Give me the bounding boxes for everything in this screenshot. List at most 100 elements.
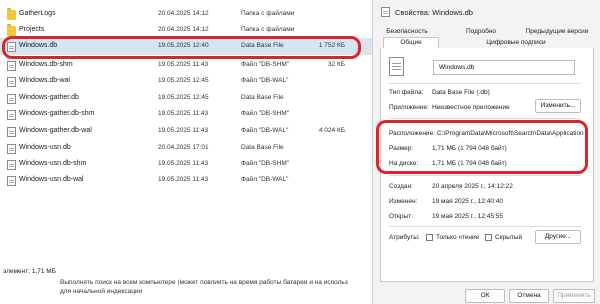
hidden-checkbox[interactable]: [485, 234, 492, 241]
dialog-title-bar: Свойства: Windows.db: [373, 0, 600, 24]
file-row[interactable]: Windows-usn.db-shm 19.05.2025 11:43 Файл "…: [0, 156, 372, 173]
file-date: 19.05.2025 12:45: [158, 77, 209, 84]
file-name: Windows-gather.db: [19, 94, 79, 101]
other-attributes-button[interactable]: Другие...: [535, 230, 581, 244]
file-size: 1 752 КБ: [318, 42, 345, 49]
tab-digital-signatures[interactable]: Цифровые подписи: [469, 39, 563, 46]
file-type: Data Base File: [241, 144, 284, 151]
file-type-label: Тип файла:: [389, 89, 424, 96]
file-type: Файл "DB-WAL": [241, 127, 289, 134]
divider: [389, 83, 581, 84]
file-name: Windows.db-wal: [19, 77, 70, 84]
tab-details[interactable]: Подробно: [459, 28, 503, 35]
file-icon: [7, 77, 16, 87]
file-name: Windows-usn.db-shm: [19, 160, 87, 167]
cancel-button[interactable]: Отмена: [509, 289, 549, 303]
file-date: 19.05.2025 11:43: [158, 127, 209, 134]
created-label: Создан:: [389, 183, 413, 190]
file-name-field[interactable]: Windows.db: [433, 60, 575, 75]
created-value: 20 апреля 2025 г., 14:12:22: [432, 183, 513, 190]
file-icon: [7, 160, 16, 170]
file-row[interactable]: Windows-usn.db 20.04.2025 17:01 Data Base …: [0, 140, 372, 157]
ok-button[interactable]: ОК: [465, 289, 505, 303]
readonly-checkbox[interactable]: [426, 234, 433, 241]
location-label: Расположение:: [389, 130, 435, 137]
divider: [389, 226, 581, 227]
apply-button[interactable]: Применить: [553, 289, 595, 303]
opened-value: 19 мая 2025 г., 12:45:55: [432, 213, 504, 220]
file-type: Файл "DB-SHM": [241, 61, 290, 68]
size-value: 1,71 МБ (1 794 048 байт): [432, 145, 507, 152]
database-file-icon: [389, 57, 404, 76]
file-type: Файл "DB-SHM": [241, 110, 290, 117]
size-on-disk-label: На диске:: [389, 160, 419, 167]
file-type: Data Base File: [241, 42, 284, 49]
file-date: 20.04.2025 14:12: [158, 26, 209, 33]
file-row[interactable]: Windows-usn.db-wal 19.05.2025 11:43 Файл "…: [0, 172, 372, 189]
hidden-checkbox-label: Скрытый: [495, 234, 523, 241]
dialog-title: Свойства: Windows.db: [395, 8, 473, 17]
file-date: 19.05.2025 11:43: [158, 61, 209, 68]
modified-value: 19 мая 2025 г., 12:40:40: [432, 198, 504, 205]
size-label: Размер:: [389, 145, 414, 152]
application-value: Неизвестное приложение: [432, 104, 510, 111]
file-row[interactable]: Windows.db-shm 19.05.2025 11:43 Файл "DB-S…: [0, 57, 372, 74]
file-name: Windows-gather.db-wal: [19, 127, 92, 134]
file-icon: [7, 144, 16, 154]
tab-previous-versions[interactable]: Предыдущие версии: [521, 28, 593, 35]
folder-icon: [7, 8, 16, 20]
status-bar: элемент: 1,71 МБ: [3, 268, 56, 275]
file-date: 19.05.2025 11:43: [158, 176, 209, 183]
file-date: 19.05.2025 12:45: [158, 94, 209, 101]
file-date: 20.04.2025 14:12: [158, 10, 209, 17]
file-name: Windows-gather.db-shm: [19, 110, 95, 117]
tab-security[interactable]: Безопасность: [381, 28, 433, 35]
file-row[interactable]: Windows.db 19.05.2025 12:40 Data Base File…: [0, 38, 372, 55]
file-row[interactable]: Windows-gather.db-shm 19.05.2025 11:43 Фай…: [0, 106, 372, 123]
file-name: Windows.db: [19, 42, 58, 49]
tooltip-line-2: для начальной индексации: [60, 288, 143, 295]
file-icon: [7, 42, 16, 52]
folder-icon: [7, 24, 16, 36]
opened-label: Открыт:: [389, 213, 413, 220]
readonly-checkbox-label: Только чтение: [436, 234, 480, 241]
file-row[interactable]: GatherLogs 20.04.2025 14:12 Папка с файлам…: [0, 6, 372, 23]
properties-dialog: Свойства: Windows.db Безопасность Подроб…: [372, 0, 600, 304]
file-name: GatherLogs: [19, 10, 56, 17]
file-icon: [381, 7, 390, 17]
file-row[interactable]: Windows-gather.db-wal 19.05.2025 11:43 Фай…: [0, 123, 372, 140]
file-size: 4 024 КБ: [318, 127, 345, 134]
file-date: 20.04.2025 17:01: [158, 144, 209, 151]
file-icon: [7, 176, 16, 186]
file-date: 19.05.2025 11:43: [158, 160, 209, 167]
file-type: Файл "DB-WAL": [241, 176, 289, 183]
search-tooltip: Выполнять поиск на всем компьютере (може…: [60, 278, 380, 296]
file-icon: [7, 110, 16, 120]
file-date: 19.05.2025 11:43: [158, 110, 209, 117]
modified-label: Изменен:: [389, 198, 418, 205]
file-row[interactable]: Windows-gather.db 19.05.2025 12:45 Data Ba…: [0, 90, 372, 107]
file-name: Windows-usn.db: [19, 144, 71, 151]
file-type: Папка с файлами: [241, 10, 295, 17]
file-type: Файл "DB-WAL": [241, 77, 289, 84]
file-size: 32 КБ: [327, 61, 345, 68]
application-label: Приложение:: [389, 104, 429, 111]
file-name: Projects: [19, 26, 45, 33]
change-app-button[interactable]: Изменить...: [535, 99, 581, 113]
location-value: C:\ProgramData\Microsoft\Search\Data\App…: [437, 130, 584, 137]
file-type-value: Data Base File (.db): [432, 89, 490, 96]
file-name: Windows.db-shm: [19, 61, 73, 68]
size-on-disk-value: 1,71 МБ (1 794 048 байт): [432, 160, 507, 167]
file-date: 19.05.2025 12:40: [158, 42, 209, 49]
attributes-label: Атрибуты:: [389, 234, 420, 241]
file-type: Data Base File: [241, 94, 284, 101]
file-row[interactable]: Projects 20.04.2025 14:12 Папка с файлами: [0, 22, 372, 39]
file-type: Файл "DB-SHM": [241, 160, 290, 167]
tooltip-line-1: Выполнять поиск на всем компьютере (може…: [60, 279, 348, 286]
divider: [389, 175, 581, 176]
file-type: Папка с файлами: [241, 26, 295, 33]
divider: [389, 118, 581, 119]
file-icon: [7, 94, 16, 104]
file-icon: [7, 127, 16, 137]
file-row[interactable]: Windows.db-wal 19.05.2025 12:45 Файл "DB-W…: [0, 73, 372, 90]
